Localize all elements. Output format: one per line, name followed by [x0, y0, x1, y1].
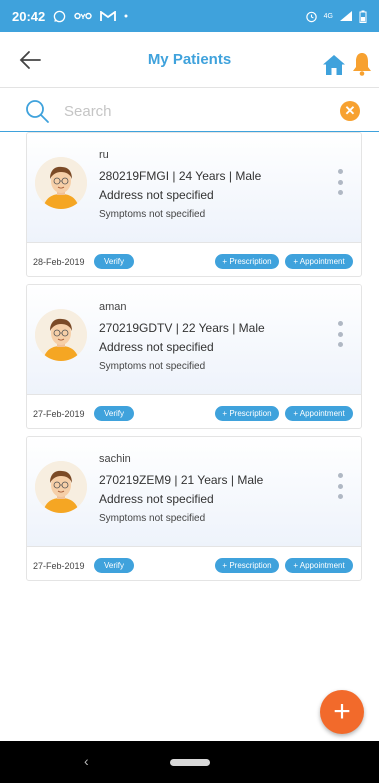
patient-date: 28-Feb-2019 — [33, 257, 85, 267]
add-prescription-button[interactable]: + Prescription — [215, 558, 279, 573]
oyo-icon — [74, 12, 92, 20]
search-input[interactable] — [64, 98, 314, 124]
patient-card[interactable]: sachin 270219ZEM9 | 21 Years | Male Addr… — [26, 436, 362, 581]
patient-symptoms: Symptoms not specified — [99, 361, 206, 372]
home-icon[interactable] — [323, 54, 345, 76]
app-header: My Patients — [0, 32, 379, 88]
nav-home-pill[interactable] — [170, 759, 210, 766]
plus-icon: + — [333, 695, 351, 728]
patient-card[interactable]: ru 280219FMGI | 24 Years | Male Address … — [26, 132, 362, 277]
status-time: 20:42 — [12, 8, 46, 24]
patient-name: aman — [99, 301, 127, 313]
close-icon[interactable]: ✕ — [340, 101, 360, 121]
add-appointment-button[interactable]: + Appointment — [285, 406, 353, 421]
nav-back-icon[interactable]: ‹ — [84, 753, 89, 769]
arrow-left-icon[interactable] — [16, 46, 46, 74]
add-patient-button[interactable]: + — [320, 690, 364, 734]
patient-name: sachin — [99, 453, 131, 465]
more-vertical-icon[interactable] — [335, 169, 345, 195]
more-vertical-icon[interactable] — [335, 321, 345, 347]
patient-list: ru 280219FMGI | 24 Years | Male Address … — [26, 132, 362, 588]
patient-address: Address not specified — [99, 492, 214, 506]
patient-date: 27-Feb-2019 — [33, 561, 85, 571]
gmail-icon — [100, 10, 117, 21]
battery-icon — [359, 10, 367, 23]
search-bar: ✕ — [0, 90, 379, 132]
status-bar: 20:42 4G — [0, 0, 379, 32]
network-type: 4G — [323, 12, 333, 20]
search-icon — [26, 100, 49, 123]
alarm-icon — [305, 11, 317, 22]
patient-info: 270219ZEM9 | 21 Years | Male — [99, 473, 264, 487]
patient-date: 27-Feb-2019 — [33, 409, 85, 419]
avatar — [35, 461, 87, 513]
add-prescription-button[interactable]: + Prescription — [215, 406, 279, 421]
patient-address: Address not specified — [99, 188, 214, 202]
avatar — [35, 157, 87, 209]
verify-button[interactable]: Verify — [94, 406, 134, 421]
patient-address: Address not specified — [99, 340, 214, 354]
patient-info: 280219FMGI | 24 Years | Male — [99, 169, 262, 183]
patient-info: 270219GDTV | 22 Years | Male — [99, 321, 265, 335]
patient-symptoms: Symptoms not specified — [99, 513, 206, 524]
patient-symptoms: Symptoms not specified — [99, 209, 206, 220]
verify-button[interactable]: Verify — [94, 558, 134, 573]
dot-icon — [124, 14, 128, 18]
avatar — [35, 309, 87, 361]
more-vertical-icon[interactable] — [335, 473, 345, 499]
add-appointment-button[interactable]: + Appointment — [285, 254, 353, 269]
add-prescription-button[interactable]: + Prescription — [215, 254, 279, 269]
verify-button[interactable]: Verify — [94, 254, 134, 269]
whatsapp-icon — [53, 10, 66, 22]
add-appointment-button[interactable]: + Appointment — [285, 558, 353, 573]
system-nav-bar: ‹ — [0, 741, 379, 783]
patient-card[interactable]: aman 270219GDTV | 22 Years | Male Addres… — [26, 284, 362, 429]
bell-icon[interactable] — [352, 52, 372, 76]
patient-name: ru — [99, 149, 109, 161]
signal-icon — [340, 11, 352, 21]
